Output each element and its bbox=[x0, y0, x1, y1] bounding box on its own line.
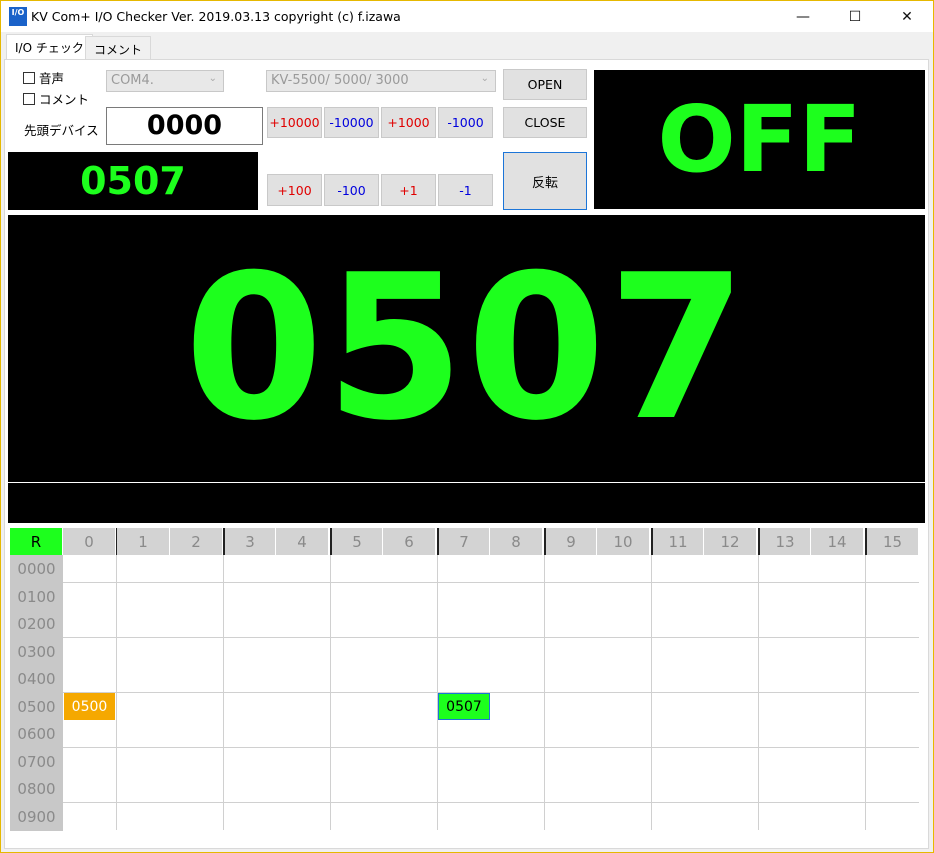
tab-comment[interactable]: コメント bbox=[85, 36, 152, 60]
grid-line bbox=[63, 582, 919, 583]
grid-line bbox=[63, 692, 919, 693]
row-header: 0500 bbox=[10, 693, 63, 721]
minimize-button[interactable]: — bbox=[777, 1, 829, 32]
window-title: KV Com+ I/O Checker Ver. 2019.03.13 copy… bbox=[31, 9, 401, 24]
minus-1000-button[interactable]: -1000 bbox=[438, 107, 493, 138]
com-port-value: COM4. bbox=[111, 73, 154, 88]
tab-bar: I/O チェック コメント bbox=[1, 32, 933, 61]
row-header: 0700 bbox=[10, 748, 63, 776]
device-label: 先頭デバイス bbox=[24, 123, 99, 138]
col-header: 6 bbox=[383, 528, 436, 555]
maximize-button[interactable]: ☐ bbox=[829, 1, 881, 32]
minus-10000-button[interactable]: -10000 bbox=[324, 107, 379, 138]
app-icon: I/O bbox=[9, 7, 27, 26]
col-header: 15 bbox=[865, 528, 919, 555]
sound-label: 音声 bbox=[39, 71, 65, 86]
grid-line bbox=[63, 637, 919, 638]
row-header: 0100 bbox=[10, 583, 63, 611]
checkbox-box bbox=[23, 71, 35, 84]
plus-10000-button[interactable]: +10000 bbox=[267, 107, 322, 138]
plc-model-select[interactable]: KV-5500/ 5000/ 3000 ⌄ bbox=[266, 70, 496, 92]
grid-cell-0507[interactable]: 0507 bbox=[438, 693, 490, 720]
plus-1000-button[interactable]: +1000 bbox=[381, 107, 436, 138]
app-window: I/O KV Com+ I/O Checker Ver. 2019.03.13 … bbox=[0, 0, 934, 853]
col-header: 9 bbox=[544, 528, 597, 555]
minimize-icon: — bbox=[796, 8, 810, 25]
col-header: 2 bbox=[170, 528, 223, 555]
row-header: 0200 bbox=[10, 610, 63, 638]
col-header: 3 bbox=[223, 528, 276, 555]
close-window-button[interactable]: ✕ bbox=[881, 1, 933, 32]
io-check-panel: 音声 コメント 先頭デバイス 0000 0507 COM4. ⌄ KV-5500… bbox=[4, 59, 929, 849]
grid-line bbox=[63, 802, 919, 803]
io-grid: R 0 1 2 3 4 5 6 7 8 9 10 11 12 13 14 15 … bbox=[10, 528, 922, 833]
com-port-select[interactable]: COM4. ⌄ bbox=[106, 70, 224, 92]
col-header: 10 bbox=[597, 528, 650, 555]
maximize-icon: ☐ bbox=[848, 8, 862, 25]
plus-100-button[interactable]: +100 bbox=[267, 174, 322, 206]
grid-cell-0500[interactable]: 0500 bbox=[64, 693, 115, 720]
row-header: 0800 bbox=[10, 775, 63, 803]
close-button[interactable]: CLOSE bbox=[503, 107, 587, 138]
status-display: OFF bbox=[594, 70, 925, 209]
checkbox-box bbox=[23, 92, 35, 105]
col-header: 5 bbox=[330, 528, 383, 555]
col-header: 4 bbox=[276, 528, 329, 555]
plc-model-value: KV-5500/ 5000/ 3000 bbox=[271, 73, 409, 88]
device-address-input[interactable]: 0000 bbox=[106, 107, 263, 145]
invert-button[interactable]: 反転 bbox=[503, 152, 587, 210]
comment-label: コメント bbox=[39, 92, 90, 107]
grid-line bbox=[63, 747, 919, 748]
row-header: 0400 bbox=[10, 665, 63, 693]
col-header: 11 bbox=[651, 528, 704, 555]
row-header: 0000 bbox=[10, 555, 63, 583]
close-icon: ✕ bbox=[901, 8, 913, 25]
sound-checkbox[interactable]: 音声 bbox=[23, 68, 64, 87]
tab-io-check[interactable]: I/O チェック bbox=[6, 34, 93, 61]
col-header: 1 bbox=[117, 528, 170, 555]
comment-display bbox=[8, 483, 925, 523]
chevron-down-icon: ⌄ bbox=[480, 73, 489, 84]
row-header: 0900 bbox=[10, 803, 63, 831]
col-header: 8 bbox=[490, 528, 543, 555]
col-header: 0 bbox=[63, 528, 116, 555]
row-header: 0600 bbox=[10, 720, 63, 748]
col-header: 13 bbox=[758, 528, 811, 555]
col-header: 12 bbox=[704, 528, 757, 555]
grid-corner: R bbox=[10, 528, 63, 555]
plus-1-button[interactable]: +1 bbox=[381, 174, 436, 206]
col-header: 7 bbox=[437, 528, 490, 555]
title-bar[interactable]: I/O KV Com+ I/O Checker Ver. 2019.03.13 … bbox=[1, 1, 933, 32]
chevron-down-icon: ⌄ bbox=[208, 73, 217, 84]
minus-100-button[interactable]: -100 bbox=[324, 174, 379, 206]
open-button[interactable]: OPEN bbox=[503, 69, 587, 100]
small-value-display: 0507 bbox=[8, 152, 258, 210]
minus-1-button[interactable]: -1 bbox=[438, 174, 493, 206]
col-header: 14 bbox=[811, 528, 864, 555]
row-header: 0300 bbox=[10, 638, 63, 666]
big-value-display: 0507 bbox=[8, 215, 925, 482]
comment-checkbox[interactable]: コメント bbox=[23, 89, 89, 108]
